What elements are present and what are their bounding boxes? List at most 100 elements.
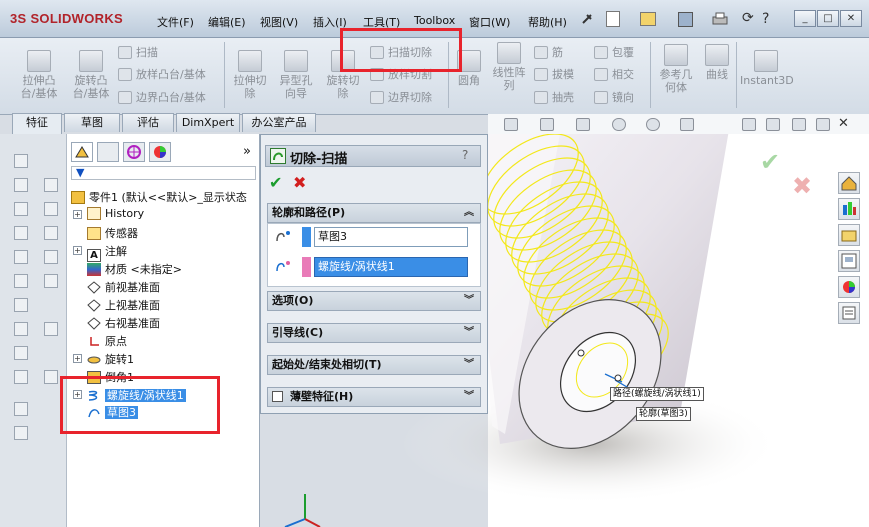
strip-tool-icon[interactable] — [14, 322, 28, 336]
design-library-icon[interactable] — [838, 198, 860, 220]
reference-geometry-button[interactable]: 参考几何体 — [656, 44, 696, 94]
section-start-end-tangency[interactable]: 起始处/结束处相切(T) ︾ — [267, 355, 481, 375]
menu-help[interactable]: 帮助(H) — [528, 14, 567, 30]
apply-scene-icon[interactable] — [646, 118, 660, 131]
configuration-manager-tab-icon[interactable] — [123, 142, 145, 162]
menu-file[interactable]: 文件(F) — [157, 14, 194, 30]
curves-button[interactable]: 曲线 — [700, 44, 734, 81]
section-profile-and-path[interactable]: 轮廓和路径(P) ︽ — [267, 203, 481, 223]
tile-window-icon[interactable] — [766, 118, 780, 131]
close-view-icon[interactable]: ✕ — [838, 116, 849, 131]
extrude-cut-button[interactable]: 拉伸切除 — [230, 50, 270, 100]
tab-dimxpert[interactable]: DimXpert — [176, 113, 240, 132]
tile-window-icon[interactable] — [742, 118, 756, 131]
expand-panel-icon[interactable]: » — [243, 144, 251, 159]
file-explorer-icon[interactable] — [838, 224, 860, 246]
close-button[interactable]: ✕ — [840, 10, 862, 27]
tab-sketch[interactable]: 草图 — [64, 113, 120, 132]
instant3d-button[interactable]: Instant3D — [740, 50, 794, 87]
linear-pattern-button[interactable]: 线性阵列 — [490, 42, 528, 92]
property-manager-tab-icon[interactable] — [97, 142, 119, 162]
loft-cut-button[interactable]: 放样切割 — [370, 66, 432, 82]
tree-item-helix1[interactable]: 螺旋线/涡状线1 — [87, 387, 186, 403]
loft-boss-button[interactable]: 放样凸台/基体 — [118, 66, 206, 82]
pm-help-icon[interactable]: ? — [462, 148, 468, 162]
thin-feature-checkbox[interactable] — [272, 391, 283, 402]
display-manager-tab-icon[interactable] — [149, 142, 171, 162]
extrude-boss-button[interactable]: 拉伸凸台/基体 — [16, 50, 62, 100]
display-style-icon[interactable] — [540, 118, 554, 131]
strip-tool-icon[interactable] — [44, 250, 58, 264]
tree-item-annotations[interactable]: A 注解 — [87, 243, 127, 262]
view-settings-icon[interactable] — [680, 118, 694, 131]
hide-show-icon[interactable] — [576, 118, 590, 131]
tree-item-sketch3[interactable]: 草图3 — [87, 404, 138, 420]
profile-selection-field[interactable]: 草图3 — [314, 227, 468, 247]
appearances-icon[interactable] — [838, 276, 860, 298]
wrap-button[interactable]: 包覆 — [594, 44, 634, 60]
menu-tools[interactable]: 工具(T) — [363, 14, 400, 30]
expand-toggle[interactable]: + — [73, 210, 82, 219]
view-orientation-icon[interactable] — [504, 118, 518, 131]
tree-item-top-plane[interactable]: 上视基准面 — [87, 297, 160, 313]
strip-tool-icon[interactable] — [14, 346, 28, 360]
expand-toggle[interactable]: + — [73, 246, 82, 255]
tree-item-revolve1[interactable]: 旋转1 — [87, 351, 134, 367]
tree-item-sensors[interactable]: 传感器 — [87, 225, 138, 241]
strip-tool-icon[interactable] — [14, 274, 28, 288]
minimize-button[interactable]: _ — [794, 10, 816, 27]
cancel-x-icon[interactable]: ✖ — [792, 172, 812, 200]
path-selection-field[interactable]: 螺旋线/涡状线1 — [314, 257, 468, 277]
hole-wizard-button[interactable]: 异型孔向导 — [276, 50, 316, 100]
strip-tool-icon[interactable] — [44, 202, 58, 216]
strip-tool-icon[interactable] — [44, 322, 58, 336]
strip-tool-icon[interactable] — [14, 178, 28, 192]
strip-tool-icon[interactable] — [44, 226, 58, 240]
new-document-icon[interactable] — [606, 11, 620, 27]
section-options[interactable]: 选项(O) ︾ — [267, 291, 481, 311]
strip-tool-icon[interactable] — [44, 178, 58, 192]
boundary-boss-button[interactable]: 边界凸台/基体 — [118, 89, 206, 105]
revolve-boss-button[interactable]: 旋转凸台/基体 — [68, 50, 114, 100]
tab-office-products[interactable]: 办公室产品 — [242, 113, 316, 132]
menu-edit[interactable]: 编辑(E) — [208, 14, 246, 30]
revolve-cut-button[interactable]: 旋转切除 — [322, 50, 364, 100]
strip-tool-icon[interactable] — [14, 298, 28, 312]
tree-item-front-plane[interactable]: 前视基准面 — [87, 279, 160, 295]
strip-tool-icon[interactable] — [14, 402, 28, 416]
strip-tool-icon[interactable] — [14, 426, 28, 440]
strip-tool-icon[interactable] — [14, 226, 28, 240]
strip-tool-icon[interactable] — [44, 274, 58, 288]
rib-button[interactable]: 筋 — [534, 44, 563, 60]
home-icon[interactable] — [838, 172, 860, 194]
view-palette-icon[interactable] — [838, 250, 860, 272]
strip-tool-icon[interactable] — [14, 250, 28, 264]
feature-manager-tab-icon[interactable] — [71, 142, 93, 162]
strip-tool-icon[interactable] — [14, 154, 28, 168]
custom-properties-icon[interactable] — [838, 302, 860, 324]
tree-item-history[interactable]: History — [87, 207, 144, 220]
pin-icon[interactable] — [580, 12, 594, 26]
edit-appearance-icon[interactable] — [612, 118, 626, 131]
expand-toggle[interactable]: + — [73, 390, 82, 399]
fillet-button[interactable]: 圆角 — [452, 50, 486, 87]
strip-tool-icon[interactable] — [44, 370, 58, 384]
draft-button[interactable]: 拔模 — [534, 66, 574, 82]
tree-item-right-plane[interactable]: 右视基准面 — [87, 315, 160, 331]
print-icon[interactable] — [712, 12, 728, 26]
section-guide-curves[interactable]: 引导线(C) ︾ — [267, 323, 481, 343]
tree-item-material[interactable]: 材质 <未指定> — [87, 261, 182, 277]
expand-toggle[interactable]: + — [73, 354, 82, 363]
menu-toolbox[interactable]: Toolbox — [414, 14, 455, 27]
rebuild-icon[interactable]: ⟳ — [742, 10, 754, 26]
shell-button[interactable]: 抽壳 — [534, 89, 574, 105]
boundary-cut-button[interactable]: 边界切除 — [370, 89, 432, 105]
filter-bar[interactable]: ▼ — [71, 166, 256, 180]
mirror-button[interactable]: 镜向 — [594, 89, 634, 105]
save-icon[interactable] — [678, 12, 693, 27]
confirm-checkmark-icon[interactable]: ✔ — [760, 148, 780, 176]
cancel-x-icon[interactable]: ✖ — [293, 173, 306, 192]
section-thin-feature[interactable]: 薄壁特征(H) ︾ — [267, 387, 481, 407]
tree-item-chamfer1[interactable]: 倒角1 — [87, 369, 134, 385]
restore-view-icon[interactable] — [792, 118, 806, 131]
